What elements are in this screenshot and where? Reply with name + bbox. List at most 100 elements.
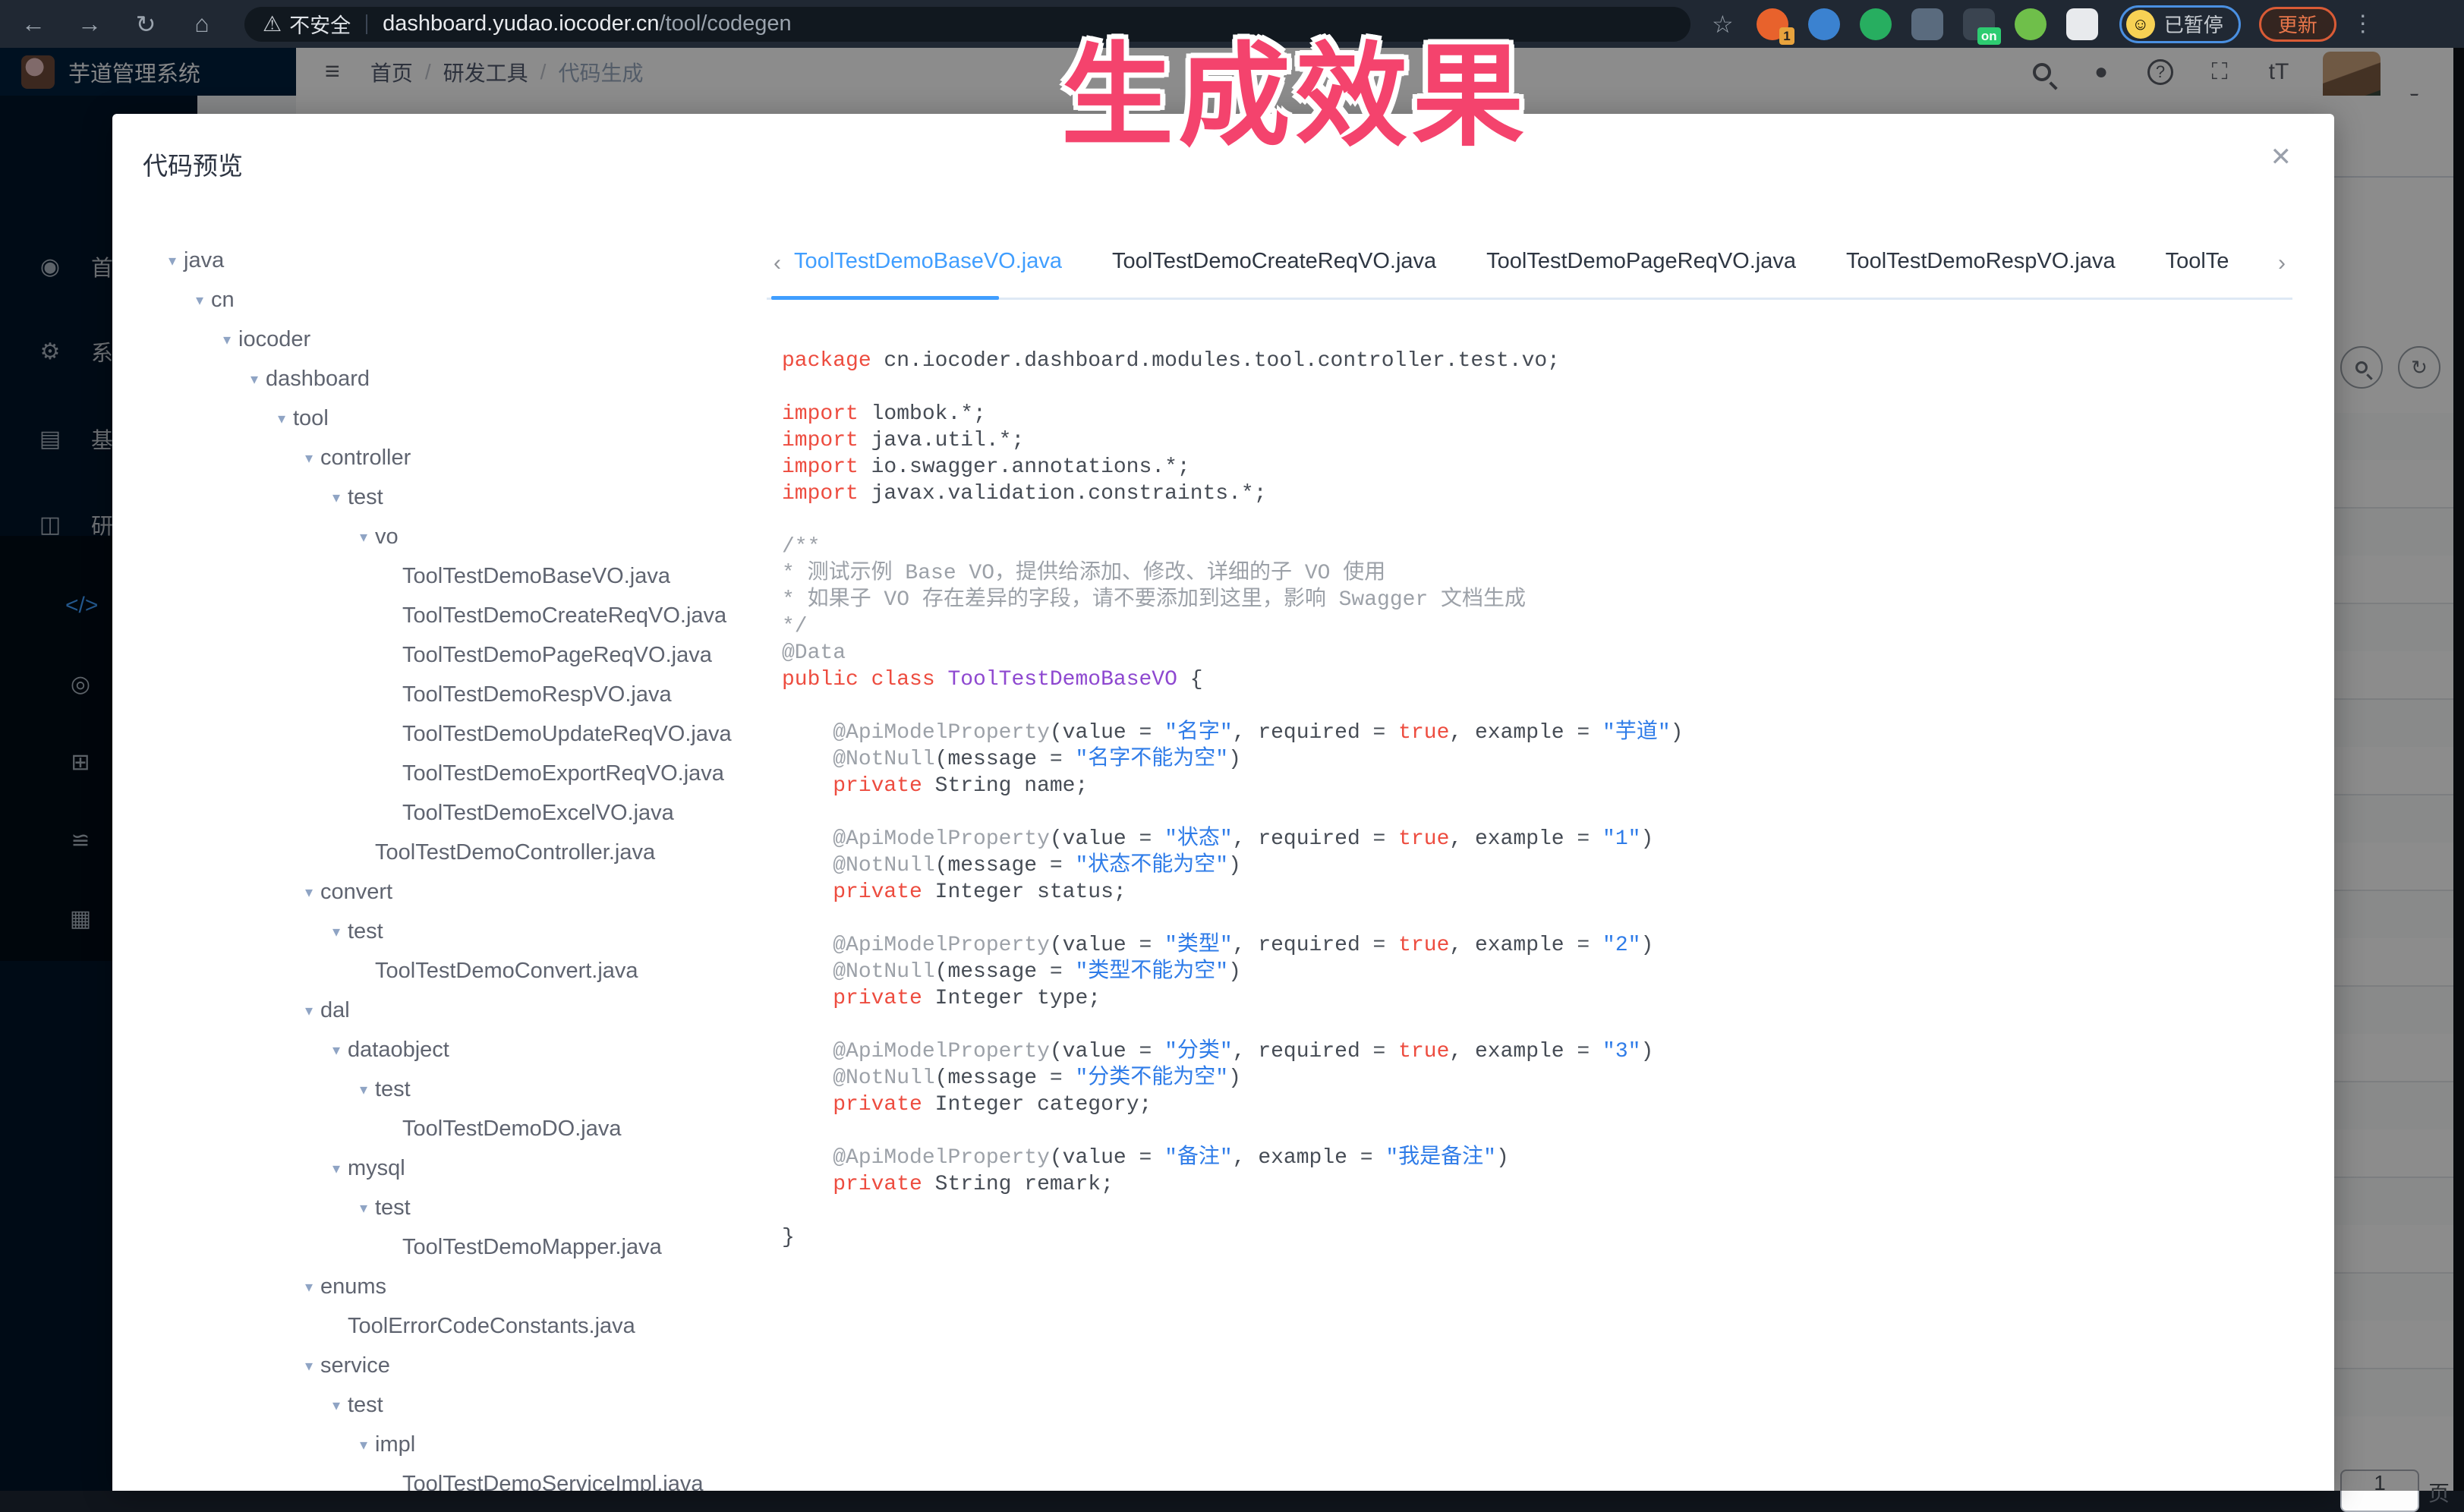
code-line: import java.util.*; xyxy=(782,427,2292,454)
home-icon[interactable]: ⌂ xyxy=(179,7,225,42)
forward-icon[interactable]: → xyxy=(67,7,112,42)
tree-file[interactable]: ToolTestDemoRespVO.java xyxy=(112,675,765,714)
tree-file[interactable]: ToolTestDemoBaseVO.java xyxy=(112,556,765,596)
code-token-pln: ) xyxy=(1496,1146,1509,1170)
warning-icon: ⚠ xyxy=(263,11,282,36)
code-token-str: "芋道" xyxy=(1602,721,1671,745)
tree-file[interactable]: ToolTestDemoMapper.java xyxy=(112,1227,765,1267)
tree-label: dataobject xyxy=(348,1038,449,1063)
code-token-kw: private xyxy=(833,987,922,1010)
bookmark-icon[interactable]: ☆ xyxy=(1712,10,1734,39)
tree-folder[interactable]: ▾impl xyxy=(112,1425,765,1464)
code-token-kw: true xyxy=(1398,1040,1449,1063)
tabs-next-icon[interactable]: › xyxy=(2271,250,2292,276)
close-icon[interactable]: ✕ xyxy=(2270,144,2292,170)
caret-down-icon: ▾ xyxy=(325,1396,348,1415)
tree-folder[interactable]: ▾iocoder xyxy=(112,320,765,359)
tree-folder[interactable]: ▾service xyxy=(112,1346,765,1385)
tree-file[interactable]: ToolErrorCodeConstants.java xyxy=(112,1306,765,1346)
extension-blocks-icon[interactable] xyxy=(1911,8,1943,40)
code-token-pln: , example = xyxy=(1449,934,1602,957)
code-token-pln: (value = xyxy=(1050,1146,1164,1170)
tabs-prev-icon[interactable]: ‹ xyxy=(767,250,788,276)
code-line: @ApiModelProperty(value = "状态", required… xyxy=(782,826,2292,852)
annotation-overlay-text: 生成效果 xyxy=(1061,5,1529,168)
file-tab[interactable]: ToolTe xyxy=(2166,249,2229,279)
file-tab[interactable]: ToolTestDemoCreateReqVO.java xyxy=(1112,249,1436,279)
tree-folder[interactable]: ▾tool xyxy=(112,398,765,438)
tree-folder[interactable]: ▾cn xyxy=(112,280,765,320)
code-token-pln: , required = xyxy=(1233,934,1398,957)
tree-label: tool xyxy=(293,406,329,431)
tree-folder[interactable]: ▾vo xyxy=(112,517,765,556)
tree-folder[interactable]: ▾convert xyxy=(112,872,765,912)
profile-paused-badge[interactable]: ☺ 已暂停 xyxy=(2119,5,2241,43)
code-token-pln: String name; xyxy=(922,774,1088,798)
tree-file[interactable]: ToolTestDemoCreateReqVO.java xyxy=(112,596,765,635)
extension-orange-icon[interactable]: 1 xyxy=(1757,8,1788,40)
file-tab[interactable]: ToolTestDemoRespVO.java xyxy=(1846,249,2116,279)
reload-icon[interactable]: ↻ xyxy=(123,7,169,42)
tree-file[interactable]: ToolTestDemoServiceImpl.java xyxy=(112,1464,765,1491)
file-tabs-bar: ‹ ToolTestDemoBaseVO.java ToolTestDemoCre… xyxy=(767,241,2292,285)
paused-label: 已暂停 xyxy=(2164,10,2223,38)
tree-folder[interactable]: ▾test xyxy=(112,1069,765,1109)
tree-label: ToolTestDemoConvert.java xyxy=(375,959,638,984)
tree-label: ToolTestDemoDO.java xyxy=(402,1117,622,1142)
code-token-ann: @ApiModelProperty xyxy=(833,934,1050,957)
tree-folder[interactable]: ▾controller xyxy=(112,438,765,477)
code-token-pln: io.swagger.annotations.*; xyxy=(859,455,1190,479)
tree-folder[interactable]: ▾dal xyxy=(112,991,765,1030)
security-warning[interactable]: ⚠ 不安全 xyxy=(263,9,351,39)
tree-folder[interactable]: ▾test xyxy=(112,1188,765,1227)
tree-folder[interactable]: ▾dashboard xyxy=(112,359,765,398)
tree-file[interactable]: ToolTestDemoExportReqVO.java xyxy=(112,754,765,793)
caret-down-icon: ▾ xyxy=(161,251,184,270)
tree-file[interactable]: ToolTestDemoConvert.java xyxy=(112,951,765,991)
code-token-pln: (value = xyxy=(1050,827,1164,851)
chrome-update-button[interactable]: 更新 xyxy=(2259,7,2336,42)
tree-file[interactable]: ToolTestDemoController.java xyxy=(112,833,765,872)
extension-leaf-icon[interactable] xyxy=(2015,8,2047,40)
tree-folder[interactable]: ▾enums xyxy=(112,1267,765,1306)
extension-list-icon-badge: on xyxy=(1977,27,2001,45)
caret-down-icon: ▾ xyxy=(298,1277,320,1296)
back-icon[interactable]: ← xyxy=(11,7,56,42)
url-path: /tool/codegen xyxy=(660,11,792,36)
tree-folder[interactable]: ▾test xyxy=(112,477,765,517)
code-line: private Integer category; xyxy=(782,1091,2292,1118)
tree-file[interactable]: ToolTestDemoExcelVO.java xyxy=(112,793,765,833)
tree-file[interactable]: ToolTestDemoUpdateReqVO.java xyxy=(112,714,765,754)
tree-folder[interactable]: ▾java xyxy=(112,241,765,280)
code-token-pln xyxy=(782,1066,833,1090)
extension-puzzle-icon[interactable] xyxy=(2066,8,2098,40)
tree-file[interactable]: ToolTestDemoDO.java xyxy=(112,1109,765,1148)
extension-green-circle-icon[interactable] xyxy=(1860,8,1892,40)
code-token-kw: package xyxy=(782,349,871,373)
caret-down-icon: ▾ xyxy=(352,1435,375,1454)
code-line: } xyxy=(782,1224,2292,1251)
tree-folder[interactable]: ▾mysql xyxy=(112,1148,765,1188)
code-line xyxy=(782,906,2292,932)
code-viewer[interactable]: package cn.iocoder.dashboard.modules.too… xyxy=(782,348,2292,1486)
file-tab[interactable]: ToolTestDemoPageReqVO.java xyxy=(1486,249,1796,279)
tree-folder[interactable]: ▾test xyxy=(112,1385,765,1425)
code-preview-modal: 代码预览 ✕ ▾java▾cn▾iocoder▾dashboard▾tool▾c… xyxy=(112,114,2334,1491)
url-host: dashboard.yudao.iocoder.cn xyxy=(383,11,659,36)
code-token-pln xyxy=(782,1093,833,1117)
tree-label: mysql xyxy=(348,1156,405,1181)
chrome-menu-icon[interactable]: ⋮ xyxy=(2352,11,2374,37)
code-line xyxy=(782,374,2292,401)
code-token-kw: private xyxy=(833,880,922,904)
tree-file[interactable]: ToolTestDemoPageReqVO.java xyxy=(112,635,765,675)
tree-label: ToolTestDemoCreateReqVO.java xyxy=(402,603,726,628)
tabs-active-underline xyxy=(771,296,999,300)
code-token-kw: true xyxy=(1398,721,1449,745)
extension-list-icon[interactable]: on xyxy=(1963,8,1995,40)
extension-pin-icon[interactable] xyxy=(1808,8,1840,40)
code-token-pln xyxy=(782,774,833,798)
code-token-pln xyxy=(782,854,833,877)
tree-folder[interactable]: ▾test xyxy=(112,912,765,951)
tree-folder[interactable]: ▾dataobject xyxy=(112,1030,765,1069)
file-tab[interactable]: ToolTestDemoBaseVO.java xyxy=(794,249,1062,279)
